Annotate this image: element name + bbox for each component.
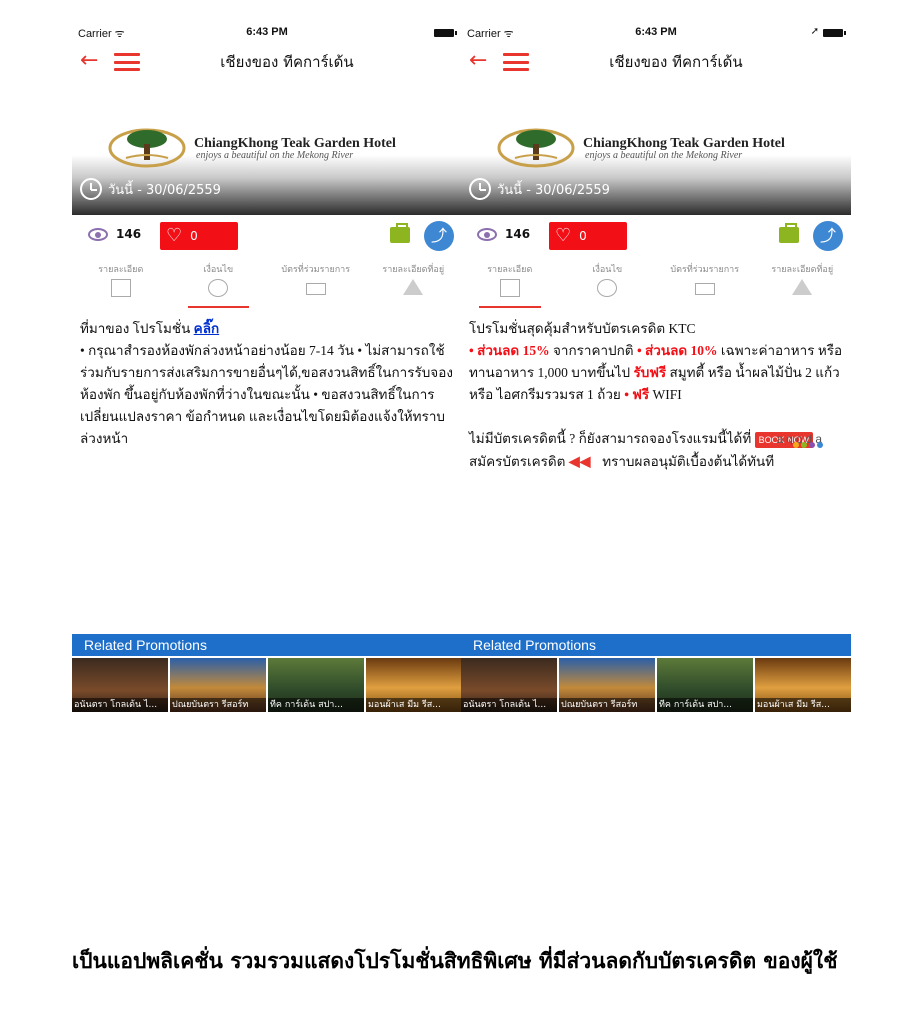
like-count: 0 xyxy=(579,229,587,243)
no-card-text: ไม่มีบัตรเครดิตนี้ ? ก็ยังสามารถจองโรงแร… xyxy=(469,431,755,446)
related-item[interactable]: อนันตรา โกลเด้น ไ... xyxy=(461,658,557,712)
apply-card-lead: สมัครบัตรเครดิต xyxy=(469,454,569,469)
screen-details: Carrier ᯤ 6:43 PM ➚ ← เชียงของ ทีคการ์เด… xyxy=(461,22,851,722)
page-title: เชียงของ ทีคการ์เด้น xyxy=(220,53,354,71)
share-icon[interactable]: ⤴ xyxy=(424,221,454,251)
briefcase-icon[interactable] xyxy=(390,223,410,243)
tab-details[interactable]: รายละเอียด xyxy=(461,260,559,308)
back-arrow-icon[interactable]: ← xyxy=(80,50,98,72)
status-bar: Carrier ᯤ 6:43 PM xyxy=(72,26,462,42)
related-promotions-header: Related Promotions xyxy=(461,634,851,656)
source-link[interactable]: คลิ๊ก xyxy=(194,321,219,336)
hotel-banner: ChiangKhong Teak Garden Hotel enjoys a b… xyxy=(72,118,462,215)
tab-conditions[interactable]: เงื่อนไข xyxy=(170,260,268,308)
heart-icon: ♡ xyxy=(555,225,572,246)
like-button[interactable]: ♡ 0 xyxy=(160,222,238,250)
related-item[interactable]: ปณยบันตรา รีสอร์ท xyxy=(559,658,655,712)
promo-headline: โปรโมชั่นสุดคุ้มสำหรับบัตรเครดิต KTC xyxy=(469,321,696,336)
discount-10: • ส่วนลด 10% xyxy=(636,343,718,358)
heart-icon: ♡ xyxy=(166,225,183,246)
status-bar: Carrier ᯤ 6:43 PM ➚ xyxy=(461,26,851,42)
map-pin-icon xyxy=(792,279,813,295)
details-text: โปรโมชั่นสุดคุ้มสำหรับบัตรเครดิต KTC • ส… xyxy=(469,321,843,469)
related-item[interactable]: ปณยบันตรา รีสอร์ท xyxy=(170,658,266,712)
related-item[interactable]: มอนผ้าเส มีม รีส... xyxy=(755,658,851,712)
tab-address[interactable]: รายละเอียดที่อยู่ xyxy=(754,260,852,306)
tree-logo-icon xyxy=(497,128,575,168)
battery-icon xyxy=(434,29,457,37)
credit-card-icon xyxy=(694,283,715,295)
clock-icon xyxy=(80,178,102,200)
free-wifi: • ฟรี xyxy=(624,387,650,402)
conditions-text: ที่มาของ โปรโมชั่น คลิ๊ก • กรุณาสำรองห้อ… xyxy=(80,318,454,450)
tab-cards[interactable]: บัตรที่ร่วมรายการ xyxy=(267,260,365,306)
clock-icon xyxy=(469,178,491,200)
hotel-tagline: enjoys a beautiful on the Mekong River xyxy=(196,150,354,161)
screen-conditions: Carrier ᯤ 6:43 PM ← เชียงของ ทีคการ์เด้น… xyxy=(72,22,462,722)
related-item[interactable]: อนันตรา โกลเด้น ไ... xyxy=(72,658,168,712)
status-time: 6:43 PM xyxy=(635,26,677,38)
info-icon xyxy=(208,279,229,297)
hotel-tagline: enjoys a beautiful on the Mekong River xyxy=(585,150,743,161)
info-icon xyxy=(597,279,618,297)
eye-icon xyxy=(477,228,497,241)
related-promotions-list: อนันตรา โกลเด้น ไ... ปณยบันตรา รีสอร์ท ท… xyxy=(72,658,462,712)
view-count: 146 xyxy=(116,227,142,241)
like-count: 0 xyxy=(190,229,198,243)
briefcase-icon[interactable] xyxy=(779,223,799,243)
free-drink: รับฟรี xyxy=(633,365,667,380)
discount-15: • ส่วนลด 15% xyxy=(469,343,550,358)
status-time: 6:43 PM xyxy=(246,26,288,38)
action-row: 146 ♡ 0 ⤴ xyxy=(461,220,851,254)
tab-address[interactable]: รายละเอียดที่อยู่ xyxy=(365,260,463,306)
promotion-date: วันนี้ - 30/06/2559 xyxy=(108,182,221,198)
tab-details[interactable]: รายละเอียด xyxy=(72,260,170,306)
apply-card-rest: ทราบผลอนุมัติเบื้องต้นได้ทันที xyxy=(598,454,775,469)
app-description-caption: เป็นแอปพลิเคชั่น รวมรวมแสดงโปรโมชั่นสิทธ… xyxy=(72,949,838,973)
document-icon xyxy=(110,279,131,297)
date-row: วันนี้ - 30/06/2559 xyxy=(80,178,221,200)
map-pin-icon xyxy=(403,279,424,295)
page-title: เชียงของ ทีคการ์เด้น xyxy=(609,53,743,71)
related-promotions-list: อนันตรา โกลเด้น ไ... ปณยบันตรา รีสอร์ท ท… xyxy=(461,658,851,712)
related-promotions-header: Related Promotions xyxy=(72,634,462,656)
agoda-dots-icon xyxy=(785,442,823,448)
share-icon[interactable]: ⤴ xyxy=(813,221,843,251)
nav-bar: ← เชียงของ ทีคการ์เด้น xyxy=(461,46,851,80)
source-lead: ที่มาของ โปรโมชั่น xyxy=(80,321,194,336)
tab-cards[interactable]: บัตรที่ร่วมรายการ xyxy=(656,260,754,306)
date-row: วันนี้ - 30/06/2559 xyxy=(469,178,610,200)
like-button[interactable]: ♡ 0 xyxy=(549,222,627,250)
tree-logo-icon xyxy=(108,128,186,168)
hotel-banner: ChiangKhong Teak Garden Hotel enjoys a b… xyxy=(461,118,851,215)
promotion-date: วันนี้ - 30/06/2559 xyxy=(497,182,610,198)
document-icon xyxy=(499,279,520,297)
ktc-logo-icon[interactable]: ◀◀ xyxy=(569,450,599,469)
back-arrow-icon[interactable]: ← xyxy=(469,50,487,72)
credit-card-icon xyxy=(305,283,326,295)
conditions-body: • กรุณาสำรองห้องพักล่วงหน้าอย่างน้อย 7-1… xyxy=(80,343,453,446)
tab-conditions[interactable]: เงื่อนไข xyxy=(559,260,657,306)
view-count: 146 xyxy=(505,227,531,241)
related-item[interactable]: ทีค การ์เด้น สปา... xyxy=(657,658,753,712)
tab-bar: รายละเอียด เงื่อนไข บัตรที่ร่วมรายการ รา… xyxy=(461,260,852,308)
tab-bar: รายละเอียด เงื่อนไข บัตรที่ร่วมรายการ รา… xyxy=(72,260,463,308)
nav-bar: ← เชียงของ ทีคการ์เด้น xyxy=(72,46,462,80)
action-row: 146 ♡ 0 ⤴ xyxy=(72,220,462,254)
location-arrow-icon: ➚ xyxy=(810,26,819,37)
battery-icon xyxy=(823,29,846,37)
related-item[interactable]: ทีค การ์เด้น สปา... xyxy=(268,658,364,712)
eye-icon xyxy=(88,228,108,241)
related-item[interactable]: มอนผ้าเส มีม รีส... xyxy=(366,658,462,712)
